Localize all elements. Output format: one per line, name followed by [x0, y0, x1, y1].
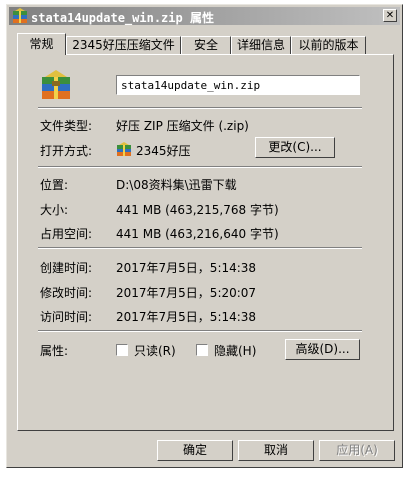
ok-button[interactable]: 确定: [157, 440, 233, 461]
size-on-disk-value: 441 MB (463,216,640 字节): [116, 227, 279, 241]
location-label: 位置:: [40, 178, 69, 192]
properties-dialog: stata14update_win.zip 属性 ✕ 常规 2345好压压缩文件…: [6, 4, 403, 468]
haozip-app-icon: [116, 141, 132, 157]
open-with-label: 打开方式:: [40, 144, 93, 158]
divider: [38, 107, 362, 109]
file-type-value: 好压 ZIP 压缩文件 (.zip): [116, 119, 249, 133]
tab-previous-versions[interactable]: 以前的版本: [291, 36, 366, 54]
cancel-button[interactable]: 取消: [238, 440, 314, 461]
general-panel: 文件类型: 好压 ZIP 压缩文件 (.zip) 打开方式: 2345好压 更改…: [17, 54, 394, 431]
location-value: D:\08资料集\迅雷下载: [116, 178, 237, 192]
tab-general[interactable]: 常规: [17, 33, 66, 55]
apply-button[interactable]: 应用(A): [319, 440, 395, 461]
change-button[interactable]: 更改(C)...: [255, 137, 335, 158]
window-title: stata14update_win.zip 属性: [31, 11, 214, 25]
file-name-input[interactable]: [116, 75, 360, 95]
readonly-label[interactable]: 只读(R): [134, 342, 176, 359]
close-icon: ✕: [385, 10, 395, 21]
modified-value: 2017年7月5日，5:20:07: [116, 286, 257, 300]
tab-security[interactable]: 安全: [181, 36, 231, 54]
size-on-disk-label: 占用空间:: [40, 227, 93, 241]
advanced-button[interactable]: 高级(D)...: [285, 339, 360, 360]
divider: [38, 330, 362, 332]
close-button[interactable]: ✕: [383, 9, 397, 22]
tab-haozip[interactable]: 2345好压压缩文件: [66, 36, 181, 54]
attributes-label: 属性:: [40, 344, 69, 358]
title-bar[interactable]: stata14update_win.zip 属性 ✕: [9, 7, 400, 25]
modified-label: 修改时间:: [40, 286, 93, 300]
hidden-checkbox[interactable]: [196, 344, 208, 356]
tab-details[interactable]: 详细信息: [231, 36, 291, 54]
divider: [38, 247, 362, 249]
hidden-label[interactable]: 隐藏(H): [214, 342, 256, 359]
size-label: 大小:: [40, 203, 69, 217]
accessed-value: 2017年7月5日，5:14:38: [116, 310, 257, 324]
readonly-checkbox[interactable]: [116, 344, 128, 356]
created-label: 创建时间:: [40, 261, 93, 275]
file-type-label: 文件类型:: [40, 119, 93, 133]
size-value: 441 MB (463,215,768 字节): [116, 203, 279, 217]
zip-archive-icon: [12, 8, 28, 24]
zip-archive-icon: [40, 69, 72, 101]
open-with-value: 2345好压: [136, 144, 191, 158]
accessed-label: 访问时间:: [40, 310, 93, 324]
divider: [38, 166, 362, 168]
created-value: 2017年7月5日，5:14:38: [116, 261, 257, 275]
